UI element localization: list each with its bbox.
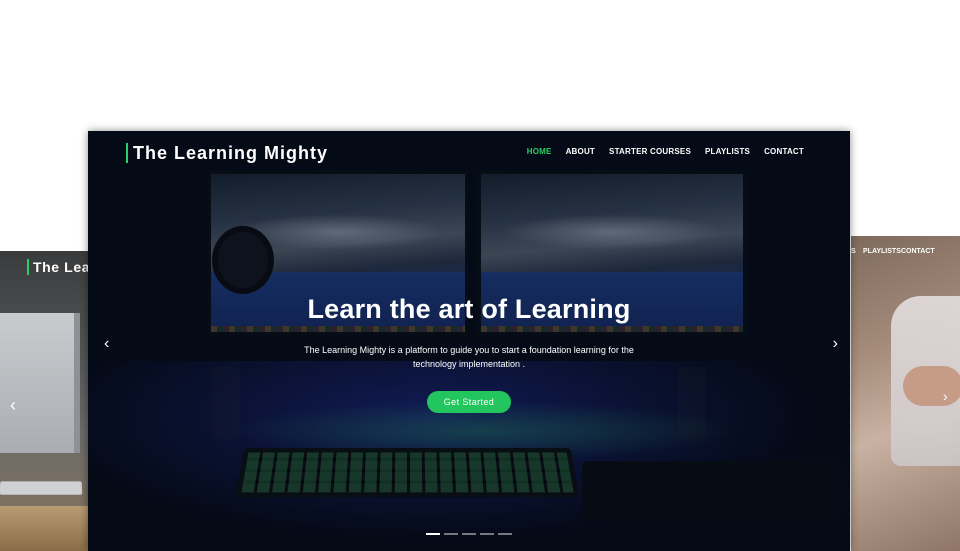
- carousel-stage: The Lea ‹ S PLAYLISTS CONTACT › The Lear…: [0, 0, 960, 551]
- nav-starter-courses[interactable]: STARTER COURSES: [609, 147, 691, 156]
- hero-subtitle: The Learning Mighty is a platform to gui…: [304, 345, 634, 369]
- preview-brand-logo: The Lea: [27, 259, 90, 275]
- chevron-left-icon[interactable]: ‹: [104, 334, 109, 354]
- preview-nav-contact[interactable]: CONTACT: [901, 248, 935, 255]
- get-started-button[interactable]: Get Started: [427, 391, 511, 413]
- hand-image: [903, 366, 960, 406]
- next-slide-preview[interactable]: S PLAYLISTS CONTACT ›: [851, 236, 960, 551]
- keyboard-image: [0, 481, 83, 495]
- main-nav: HOME ABOUT STARTER COURSES PLAYLISTS CON…: [527, 147, 804, 156]
- monitor-image: [0, 313, 80, 453]
- slide-indicator[interactable]: [426, 533, 440, 535]
- hero-slide: The Learning Mighty HOME ABOUT STARTER C…: [88, 131, 850, 551]
- nav-about[interactable]: ABOUT: [566, 147, 595, 156]
- nav-contact[interactable]: CONTACT: [764, 147, 804, 156]
- hero-background-image: [88, 131, 850, 551]
- nav-playlists[interactable]: PLAYLISTS: [705, 147, 750, 156]
- slide-indicator[interactable]: [480, 533, 494, 535]
- chevron-left-icon[interactable]: ‹: [10, 395, 16, 416]
- slide-indicator[interactable]: [444, 533, 458, 535]
- previous-slide-preview[interactable]: The Lea ‹: [0, 251, 92, 551]
- slide-indicator[interactable]: [498, 533, 512, 535]
- slide-indicators: [426, 533, 512, 535]
- desk-image: [0, 506, 92, 551]
- chevron-right-icon[interactable]: ›: [943, 388, 948, 404]
- hero-title: Learn the art of Learning: [307, 294, 631, 324]
- slide-indicator[interactable]: [462, 533, 476, 535]
- brand-logo[interactable]: The Learning Mighty: [126, 143, 328, 163]
- preview-nav-item[interactable]: S: [851, 248, 856, 255]
- preview-nav-playlists[interactable]: PLAYLISTS: [863, 248, 901, 255]
- nav-home[interactable]: HOME: [527, 147, 552, 156]
- chevron-right-icon[interactable]: ›: [833, 334, 838, 354]
